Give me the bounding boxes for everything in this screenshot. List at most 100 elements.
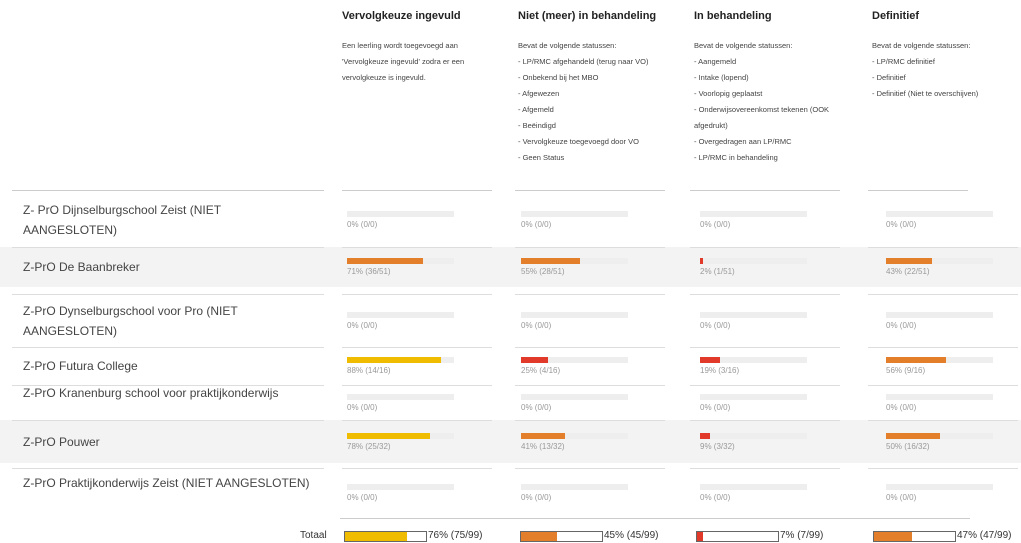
description-line: - Vervolgkeuze toegevoegd door VO [518, 137, 639, 146]
column-header-in-behandeling: In behandeling [694, 10, 772, 22]
school-name: Z-PrO Praktijkonderwijs Zeist (NIET AANG… [23, 476, 310, 490]
progress-label: 2% (1/51) [700, 267, 735, 276]
progress-label: 0% (0/0) [700, 493, 731, 502]
header-divider [690, 190, 840, 191]
progress-track [886, 357, 993, 363]
total-progress-label: 45% (45/99) [604, 530, 659, 541]
progress-track [521, 484, 628, 490]
table-row: Z-PrO Kranenburg school voor praktijkond… [0, 385, 1021, 420]
progress-track [886, 433, 993, 439]
description-line: - Definitief (Niet te overschijven) [872, 89, 979, 98]
progress-label: 25% (4/16) [521, 366, 561, 375]
description-line: Een leerling wordt toegevoegd aan 'Vervo… [342, 41, 465, 82]
progress-label: 55% (28/51) [521, 267, 565, 276]
progress-label: 50% (16/32) [886, 442, 930, 451]
progress-cell: 50% (16/32) [886, 433, 996, 463]
progress-label: 0% (0/0) [521, 220, 552, 229]
progress-cell: 0% (0/0) [886, 211, 996, 241]
description-line: Bevat de volgende statussen: [518, 41, 617, 50]
progress-track [347, 394, 454, 400]
school-name: Z-PrO Pouwer [23, 435, 100, 449]
progress-cell: 41% (13/32) [521, 433, 631, 463]
description-line: - LP/RMC definitief [872, 57, 935, 66]
column-description-definitief: Bevat de volgende statussen: - LP/RMC de… [872, 38, 1017, 102]
progress-fill [521, 433, 565, 439]
column-description-niet-in-behandeling: Bevat de volgende statussen: - LP/RMC af… [518, 38, 668, 166]
progress-cell: 0% (0/0) [700, 484, 810, 514]
progress-label: 43% (22/51) [886, 267, 930, 276]
total-progress-fill [521, 532, 557, 541]
progress-label: 0% (0/0) [347, 321, 378, 330]
progress-cell: 0% (0/0) [347, 484, 457, 514]
row-divider [515, 347, 665, 348]
total-progress-label: 7% (7/99) [780, 530, 824, 541]
total-progress-fill [697, 532, 703, 541]
progress-cell: 88% (14/16) [347, 357, 457, 387]
progress-track [886, 394, 993, 400]
total-progress-fill [874, 532, 912, 541]
row-divider [690, 420, 840, 421]
progress-cell: 0% (0/0) [700, 312, 810, 342]
progress-cell: 9% (3/32) [700, 433, 810, 463]
progress-cell: 0% (0/0) [521, 211, 631, 241]
row-divider [12, 247, 324, 248]
progress-label: 0% (0/0) [521, 403, 552, 412]
table-row: Z-PrO De Baanbreker 71% (36/51) 55% (28/51… [0, 247, 1021, 287]
progress-fill [886, 258, 932, 264]
description-line: - Afgewezen [518, 89, 560, 98]
progress-track [521, 394, 628, 400]
school-name: Z-PrO Kranenburg school voor praktijkond… [23, 386, 279, 400]
totals-label: Totaal [300, 530, 327, 541]
progress-fill [347, 357, 441, 363]
progress-label: 9% (3/32) [700, 442, 735, 451]
progress-cell: 43% (22/51) [886, 258, 996, 288]
total-progress-box [344, 531, 427, 542]
row-divider [868, 247, 1018, 248]
progress-fill [347, 433, 430, 439]
description-line: - Geen Status [518, 153, 565, 162]
row-divider [342, 294, 492, 295]
progress-cell: 55% (28/51) [521, 258, 631, 288]
table-row: Z-PrO Praktijkonderwijs Zeist (NIET AANG… [0, 468, 1021, 518]
description-line: - Onbekend bij het MBO [518, 73, 599, 82]
description-line: - Onderwijsovereenkomst tekenen (OOK afg… [694, 105, 830, 130]
description-line: - Beëindigd [518, 121, 556, 130]
row-divider [690, 468, 840, 469]
row-divider [868, 420, 1018, 421]
progress-track [886, 211, 993, 217]
row-divider [868, 347, 1018, 348]
progress-cell: 0% (0/0) [347, 312, 457, 342]
description-line: - Afgemeld [518, 105, 554, 114]
description-line: Bevat de volgende statussen: [872, 41, 971, 50]
progress-cell: 0% (0/0) [700, 211, 810, 241]
progress-track [521, 357, 628, 363]
progress-track [700, 258, 807, 264]
progress-label: 0% (0/0) [521, 493, 552, 502]
row-divider [690, 247, 840, 248]
progress-track [521, 433, 628, 439]
row-divider [342, 468, 492, 469]
header-divider [515, 190, 665, 191]
progress-track [521, 312, 628, 318]
school-name: Z-PrO Dynselburgschool voor Pro (NIET AA… [23, 304, 238, 338]
progress-fill [521, 258, 580, 264]
row-divider [342, 247, 492, 248]
progress-cell: 56% (9/16) [886, 357, 996, 387]
description-line: - Voorlopig geplaatst [694, 89, 763, 98]
column-header-definitief: Definitief [872, 10, 920, 22]
progress-track [347, 433, 454, 439]
row-divider [515, 294, 665, 295]
progress-cell: 19% (3/16) [700, 357, 810, 387]
total-progress-box [520, 531, 603, 542]
row-divider [12, 294, 324, 295]
progress-track [886, 484, 993, 490]
column-description-in-behandeling: Bevat de volgende statussen: - Aangemeld… [694, 38, 844, 166]
table-row: Z-PrO Pouwer 78% (25/32) 41% (13/32) 9% (3/… [0, 420, 1021, 463]
school-name: Z- PrO Dijnselburgschool Zeist (NIET AAN… [23, 203, 221, 237]
total-progress-box [696, 531, 779, 542]
row-divider [342, 347, 492, 348]
column-header-vervolgkeuze: Vervolgkeuze ingevuld [342, 10, 461, 22]
row-divider [12, 468, 324, 469]
description-line: - Intake (lopend) [694, 73, 749, 82]
row-divider [868, 468, 1018, 469]
